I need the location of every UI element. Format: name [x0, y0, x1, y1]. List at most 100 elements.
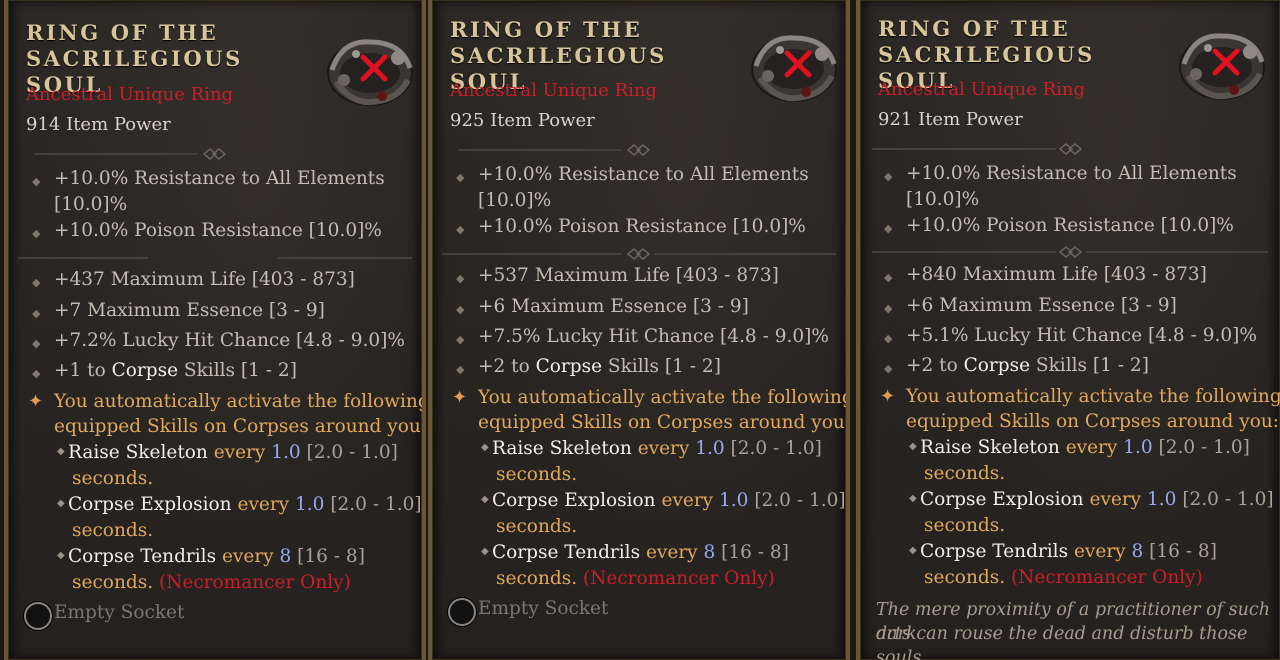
affix: +6 Maximum Essence [3 - 9]	[478, 296, 749, 317]
sub-skill: Corpse Explosion every 1.0 [2.0 - 1.0]	[68, 492, 422, 518]
red-x-icon	[784, 50, 812, 78]
diamond-bullet-icon: ◆	[32, 276, 41, 289]
item-rarity: Ancestral Unique Ring	[878, 79, 1086, 100]
sub-skill-value: 8	[279, 546, 292, 567]
sub-skill-every: every	[231, 494, 296, 515]
sub-skill: Raise Skeleton every 1.0 [2.0 - 1.0]	[920, 435, 1250, 461]
unique-power-cont: equipped Skills on Corpses around you:	[906, 411, 1280, 432]
affix: +437 Maximum Life [403 - 873]	[54, 269, 355, 290]
ring-icon[interactable]	[1174, 24, 1270, 106]
sub-bullet-icon: ◆	[481, 442, 489, 453]
sub-skill-range: [2.0 - 1.0]	[1176, 489, 1274, 510]
red-x-icon	[1212, 48, 1240, 76]
sub-skill-value: 1.0	[271, 442, 301, 463]
implicit-affix: +10.0% Resistance to All Elements	[478, 164, 809, 185]
affix: +5.1% Lucky Hit Chance [4.8 - 9.0]%	[906, 325, 1257, 346]
skill-affix: +2 to Corpse Skills [1 - 2]	[906, 353, 1149, 379]
diamond-bullet-icon: ◆	[456, 171, 465, 184]
skill-affix-prefix: +2 to	[478, 356, 536, 377]
sub-skill-value: 1.0	[295, 494, 325, 515]
divider	[8, 148, 422, 160]
sub-skill-value: 8	[1131, 541, 1144, 562]
sub-skill-every: every	[1068, 541, 1132, 562]
unique-power: You automatically activate the following	[906, 386, 1280, 407]
sub-skill-range: [2.0 - 1.0]	[324, 494, 422, 515]
sub-skill-range: [16 - 8]	[715, 542, 789, 563]
sub-skill-every: every	[1059, 437, 1124, 458]
sub-bullet-icon: ◆	[57, 550, 65, 561]
sub-skill-name: Corpse Tendrils	[920, 541, 1069, 562]
implicit-affix: +10.0% Poison Resistance [10.0]%	[478, 216, 806, 237]
divider	[860, 143, 1280, 155]
item-rarity: Ancestral Unique Ring	[450, 80, 658, 101]
divider	[432, 144, 846, 156]
socket-icon[interactable]	[24, 602, 52, 630]
implicit-affix-cont: [10.0]%	[54, 194, 128, 215]
divider	[8, 252, 422, 264]
sub-skill-every: every	[631, 438, 696, 459]
sub-bullet-icon: ◆	[57, 498, 65, 509]
sub-skill-unit: seconds. (Necromancer Only)	[924, 565, 1203, 591]
affix: +840 Maximum Life [403 - 873]	[906, 264, 1207, 285]
diamond-bullet-icon: ◆	[456, 363, 465, 376]
implicit-affix: +10.0% Resistance to All Elements	[906, 163, 1237, 184]
sub-skill-unit-text: seconds.	[496, 568, 578, 589]
diamond-bullet-icon: ◆	[32, 367, 41, 380]
skill-affix-name: Corpse	[111, 360, 179, 381]
unique-power-cont: equipped Skills on Corpses around you:	[478, 412, 850, 433]
sub-skill-unit: seconds.	[72, 520, 154, 541]
socket-icon[interactable]	[448, 598, 476, 626]
item-power: 925 Item Power	[450, 110, 595, 131]
implicit-affix: +10.0% Resistance to All Elements	[54, 168, 385, 189]
item-tooltip-card-3: Ring of the Sacrilegious Soul Ancestral …	[856, 0, 1280, 660]
star-bullet-icon: ✦	[28, 391, 44, 412]
skill-affix-suffix: Skills [1 - 2]	[602, 356, 721, 377]
item-power: 921 Item Power	[878, 109, 1023, 130]
skill-affix-prefix: +1 to	[54, 360, 112, 381]
sub-skill-unit-text: seconds.	[72, 572, 154, 593]
sub-skill-every: every	[640, 542, 704, 563]
class-restriction: (Necromancer Only)	[582, 568, 775, 589]
diamond-bullet-icon: ◆	[456, 223, 465, 236]
divider	[860, 246, 1280, 258]
sub-skill-unit: seconds.	[72, 468, 154, 489]
affix: +537 Maximum Life [403 - 873]	[478, 265, 779, 286]
sub-bullet-icon: ◆	[909, 441, 917, 452]
ring-icon[interactable]	[322, 30, 418, 112]
skill-affix-prefix: +2 to	[906, 355, 964, 376]
class-restriction: (Necromancer Only)	[1010, 567, 1203, 588]
sub-skill: Raise Skeleton every 1.0 [2.0 - 1.0]	[492, 436, 822, 462]
diamond-bullet-icon: ◆	[456, 333, 465, 346]
item-title-line-1: Ring of the	[878, 16, 1071, 41]
sub-skill-value: 1.0	[719, 490, 749, 511]
sub-skill-range: [2.0 - 1.0]	[724, 438, 822, 459]
star-bullet-icon: ✦	[880, 386, 896, 407]
item-tooltip-card-2: Ring of the Sacrilegious Soul Ancestral …	[428, 0, 850, 660]
skill-affix-name: Corpse	[963, 355, 1031, 376]
sub-skill: Corpse Tendrils every 8 [16 - 8]	[492, 540, 789, 566]
item-rarity: Ancestral Unique Ring	[26, 84, 234, 105]
sub-skill-name: Raise Skeleton	[492, 438, 632, 459]
affix: +7 Maximum Essence [3 - 9]	[54, 300, 325, 321]
sub-skill-value: 1.0	[695, 438, 725, 459]
sub-skill-range: [16 - 8]	[1143, 541, 1217, 562]
implicit-affix: +10.0% Poison Resistance [10.0]%	[906, 215, 1234, 236]
diamond-bullet-icon: ◆	[32, 337, 41, 350]
sub-skill-every: every	[207, 442, 272, 463]
sub-skill-name: Corpse Tendrils	[492, 542, 641, 563]
sub-skill-name: Corpse Explosion	[492, 490, 656, 511]
sub-skill-name: Raise Skeleton	[920, 437, 1060, 458]
ring-icon[interactable]	[746, 26, 842, 108]
class-restriction: (Necromancer Only)	[158, 572, 351, 593]
diamond-bullet-icon: ◆	[884, 362, 893, 375]
sub-skill-every: every	[1083, 489, 1148, 510]
sub-bullet-icon: ◆	[481, 546, 489, 557]
socket-label: Empty Socket	[54, 602, 185, 623]
sub-skill-name: Raise Skeleton	[68, 442, 208, 463]
item-power: 914 Item Power	[26, 114, 171, 135]
flavor-text-cont: arts can rouse the dead and disturb thos…	[876, 624, 1248, 660]
sub-skill: Raise Skeleton every 1.0 [2.0 - 1.0]	[68, 440, 398, 466]
divider	[432, 248, 846, 260]
sub-skill-every: every	[216, 546, 280, 567]
sub-skill: Corpse Explosion every 1.0 [2.0 - 1.0]	[492, 488, 846, 514]
